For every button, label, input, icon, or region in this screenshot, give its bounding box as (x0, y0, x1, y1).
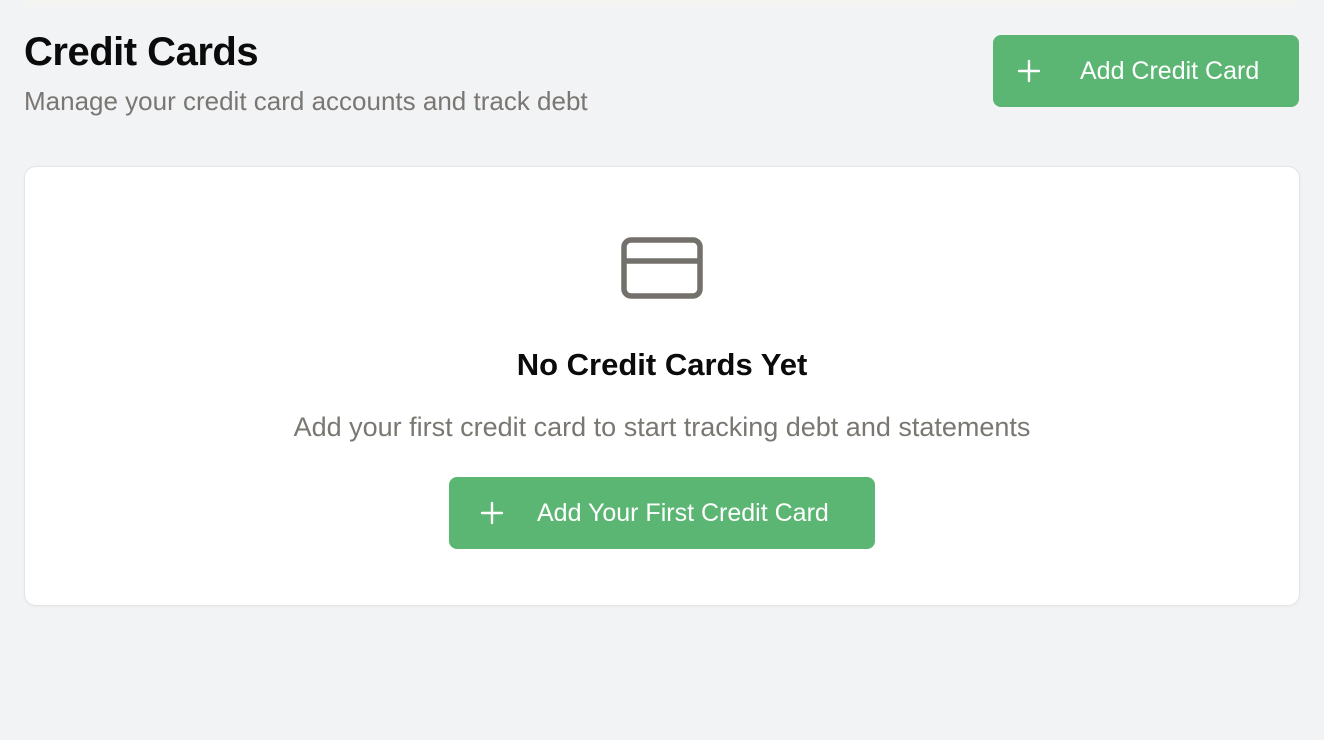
add-credit-card-label: Add Credit Card (1080, 56, 1260, 85)
page-title: Credit Cards (24, 30, 259, 74)
add-credit-card-button[interactable]: Add Credit Card (993, 35, 1299, 107)
empty-state-title: No Credit Cards Yet (516, 347, 808, 382)
top-strip (24, 0, 1296, 6)
empty-state-description: Add your first credit card to start trac… (293, 412, 1031, 442)
plus-icon (480, 501, 504, 525)
empty-state-card: No Credit Cards Yet Add your first credi… (24, 166, 1300, 606)
plus-icon (1017, 59, 1041, 83)
page-subtitle: Manage your credit card accounts and tra… (24, 86, 588, 116)
add-first-credit-card-label: Add Your First Credit Card (537, 498, 829, 527)
credit-card-icon (621, 237, 703, 299)
add-first-credit-card-button[interactable]: Add Your First Credit Card (449, 477, 875, 549)
